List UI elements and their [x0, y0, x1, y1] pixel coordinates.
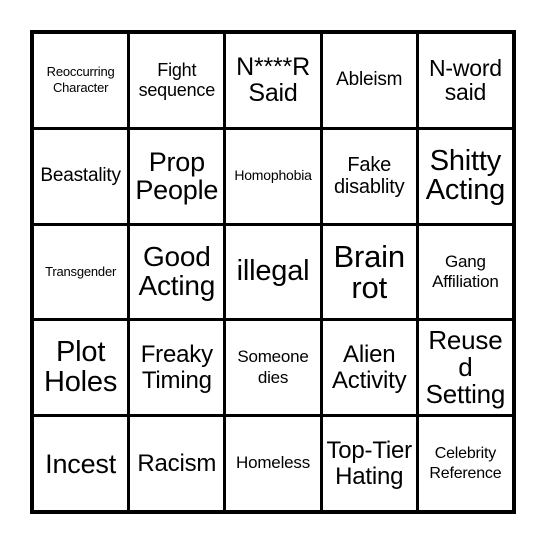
bingo-cell-label: Someone dies — [237, 347, 309, 387]
bingo-row: Incest Racism Homeless Top-Tier Hating Celeb… — [34, 417, 513, 510]
bingo-cell-r2-c4[interactable]: Fake disablity — [322, 129, 419, 223]
bingo-row: Reoccurring Character Fight sequence N****… — [34, 34, 513, 130]
bingo-row: Plot Holes Freaky Timing Someone dies Alien… — [34, 321, 513, 418]
bingo-cell-label: Plot Holes — [44, 336, 118, 398]
bingo-cell-r5-c5[interactable]: Celebrity Reference — [418, 417, 513, 510]
bingo-cell-r1-c1[interactable]: Reoccurring Character — [34, 34, 131, 127]
bingo-cell-r4-c2[interactable]: Freaky Timing — [130, 321, 227, 415]
bingo-cell-r1-c5[interactable]: N-word said — [418, 34, 513, 127]
bingo-cell-r3-c4[interactable]: Brain rot — [322, 225, 419, 319]
bingo-row: Transgender Good Acting illegal Brain rot Ga… — [34, 225, 513, 322]
bingo-cell-r3-c1[interactable]: Transgender — [34, 225, 131, 319]
bingo-cell-r1-c2[interactable]: Fight sequence — [130, 34, 227, 127]
bingo-cell-r4-c3[interactable]: Someone dies — [226, 321, 323, 415]
bingo-cell-label: Gang Affiliation — [432, 251, 499, 291]
bingo-cell-label: Homeless — [236, 453, 310, 473]
bingo-cell-r1-c4[interactable]: Ableism — [322, 34, 419, 127]
bingo-cell-label: Incest — [45, 448, 117, 479]
bingo-cell-label: Beastality — [40, 165, 121, 187]
bingo-cell-label: Freaky Timing — [140, 341, 213, 394]
bingo-cell-r5-c2[interactable]: Racism — [130, 417, 227, 510]
bingo-card: Reoccurring Character Fight sequence N****… — [30, 30, 516, 514]
bingo-cell-r5-c4[interactable]: Top-Tier Hating — [322, 417, 419, 510]
bingo-cell-r4-c5[interactable]: Reused Setting — [418, 321, 513, 415]
bingo-cell-r4-c4[interactable]: Alien Activity — [322, 321, 419, 415]
bingo-cell-label: Homophobia — [234, 167, 312, 184]
bingo-cell-label: illegal — [236, 255, 310, 288]
bingo-cell-label: Prop People — [135, 147, 219, 206]
bingo-cell-label: Shitty Acting — [425, 144, 506, 207]
bingo-cell-r3-c3[interactable]: illegal — [226, 225, 323, 319]
bingo-cell-label: N****R Said — [236, 52, 310, 108]
bingo-cell-label: Celebrity Reference — [429, 445, 502, 482]
bingo-cell-label: Top-Tier Hating — [326, 437, 412, 490]
bingo-cell-label: Brain rot — [333, 238, 406, 305]
bingo-cell-r2-c5[interactable]: Shitty Acting — [418, 129, 513, 223]
bingo-cell-r4-c1[interactable]: Plot Holes — [34, 321, 131, 415]
bingo-cell-label: Fake disablity — [333, 153, 405, 199]
bingo-cell-r5-c3[interactable]: Homeless — [226, 417, 323, 510]
bingo-cell-r3-c2[interactable]: Good Acting — [130, 225, 227, 319]
bingo-cell-label: Alien Activity — [332, 341, 407, 394]
bingo-cell-label: Transgender — [45, 263, 117, 279]
bingo-cell-label: Reused Setting — [425, 325, 506, 410]
bingo-cell-label: Fight sequence — [138, 59, 216, 101]
bingo-cell-r1-c3[interactable]: N****R Said — [226, 34, 323, 127]
bingo-cell-r5-c1[interactable]: Incest — [34, 417, 131, 510]
bingo-row: Beastality Prop People Homophobia Fake disa… — [34, 129, 513, 226]
bingo-cell-label: N-word said — [428, 54, 502, 106]
bingo-cell-label: Good Acting — [138, 241, 216, 301]
bingo-cell-label: Ableism — [336, 69, 403, 91]
bingo-cell-label: Racism — [137, 449, 217, 477]
bingo-cell-r2-c2[interactable]: Prop People — [130, 129, 227, 223]
bingo-cell-r3-c5[interactable]: Gang Affiliation — [418, 225, 513, 319]
bingo-cell-r2-c3[interactable]: Homophobia — [226, 129, 323, 223]
bingo-cell-r2-c1[interactable]: Beastality — [34, 129, 131, 223]
bingo-cell-label: Reoccurring Character — [46, 64, 115, 96]
